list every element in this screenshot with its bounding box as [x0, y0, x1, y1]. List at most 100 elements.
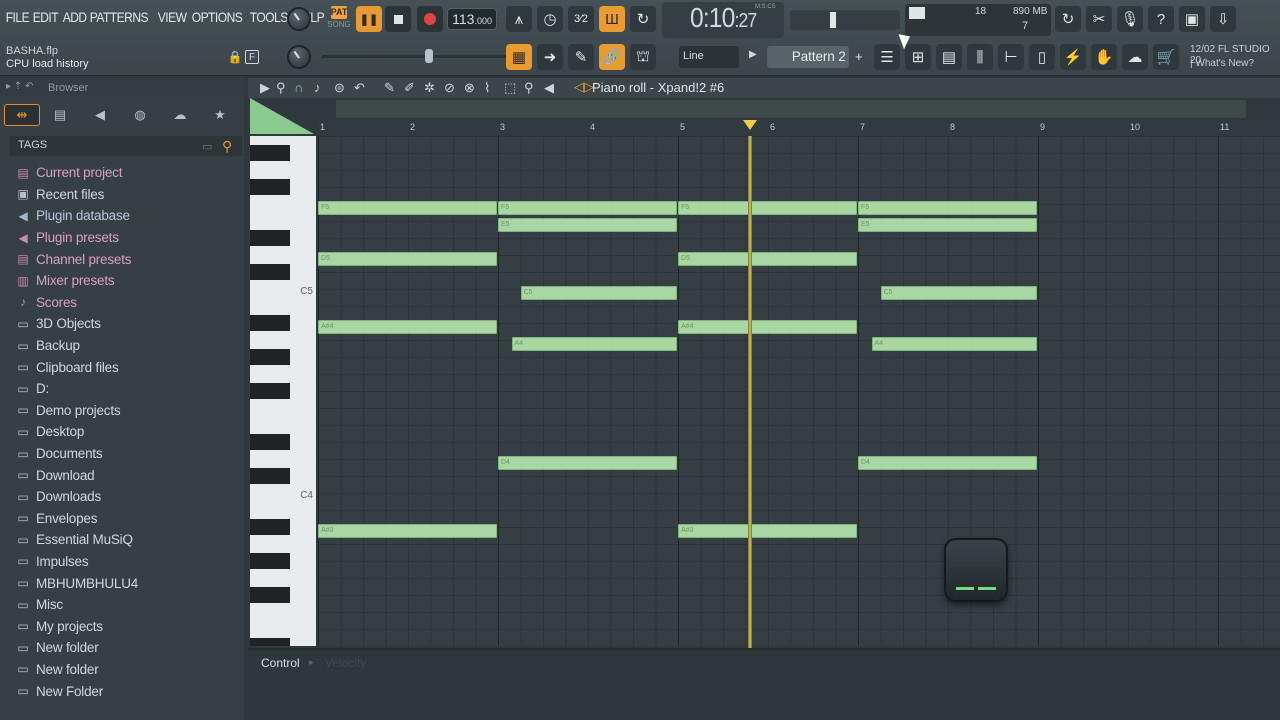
- black-key[interactable]: [250, 264, 290, 280]
- playhead[interactable]: [748, 136, 752, 720]
- typing-keyboard-button[interactable]: ▦: [506, 44, 532, 70]
- black-key[interactable]: [250, 230, 290, 246]
- add-pattern-button[interactable]: +: [855, 49, 863, 64]
- timeline-ruler[interactable]: 1 2 3 4 5 6 7 8 9 10 11: [318, 120, 1280, 136]
- stop-circle-icon[interactable]: ⊜: [334, 80, 345, 96]
- pattern-selector[interactable]: Pattern 2: [767, 46, 849, 68]
- undo-icon[interactable]: ↶: [354, 80, 365, 96]
- step-edit-button[interactable]: Ш: [599, 6, 625, 32]
- shop-button[interactable]: 🛒: [1153, 44, 1179, 70]
- mixer-button[interactable]: ⫼: [967, 44, 993, 70]
- piano-keyboard[interactable]: C5 C4: [250, 136, 316, 646]
- control-label[interactable]: Control: [261, 656, 300, 670]
- browser-title-bar[interactable]: Browser: [0, 78, 244, 98]
- countdown-button[interactable]: 3⁄2: [568, 6, 594, 32]
- note[interactable]: F5: [858, 201, 1037, 215]
- lock-icon[interactable]: 🔒: [228, 50, 243, 64]
- note-grid[interactable]: F5 F5 F5 F5 E5 E5 D5 D5 C5 C5 A#4 A#4 A4 A4 D4 D4 A#3 A#3: [318, 136, 1280, 646]
- browser-item[interactable]: ▭ Envelopes: [14, 508, 242, 530]
- master-pitch-slider[interactable]: [790, 10, 900, 30]
- browser-item[interactable]: ▭ Download: [14, 464, 242, 486]
- menu-edit[interactable]: EDIT: [31, 9, 62, 25]
- browser-nav-icons[interactable]: ▸ ⇡ ↶: [6, 81, 33, 92]
- pitch-slider-handle[interactable]: [830, 12, 836, 28]
- menu-patterns[interactable]: PATTERNS: [88, 9, 151, 25]
- event-editor[interactable]: Control ▸ Velocity: [248, 648, 1280, 720]
- browser-item[interactable]: ▭ Backup: [14, 335, 242, 357]
- tab-cloud[interactable]: ☁: [162, 104, 198, 126]
- browser-item[interactable]: ▭ 3D Objects: [14, 313, 242, 335]
- export-button[interactable]: ⇩: [1210, 6, 1236, 32]
- playlist-button[interactable]: ☰: [874, 44, 900, 70]
- draw-button[interactable]: ✎: [568, 44, 594, 70]
- browser-item[interactable]: ▣ Recent files: [14, 184, 242, 206]
- note[interactable]: D4: [858, 456, 1037, 470]
- note[interactable]: C5: [880, 286, 1037, 300]
- browser-item[interactable]: ▤ Current project: [14, 162, 242, 184]
- news-subtitle[interactable]: | What's New?: [1190, 58, 1254, 69]
- browser-item[interactable]: ◀ Plugin presets: [14, 227, 242, 249]
- tab-plugins[interactable]: ◀: [82, 104, 118, 126]
- browser-item[interactable]: ▭ New Folder: [14, 680, 242, 702]
- target-arrow-icon[interactable]: ◁▷: [574, 79, 594, 95]
- tab-project[interactable]: ▤: [42, 104, 78, 126]
- channel-rack-button[interactable]: ▤: [936, 44, 962, 70]
- note[interactable]: F5: [498, 201, 677, 215]
- delete-icon[interactable]: ⊘: [444, 80, 455, 96]
- note[interactable]: F5: [678, 201, 857, 215]
- note[interactable]: D5: [678, 252, 857, 266]
- note[interactable]: A#3: [678, 524, 857, 538]
- snap-icon[interactable]: ∩: [294, 80, 303, 95]
- black-key[interactable]: [250, 587, 290, 603]
- black-key[interactable]: [250, 349, 290, 365]
- magnet-icon[interactable]: ⚲: [276, 80, 286, 96]
- pr-menu-icon[interactable]: ▶: [260, 80, 270, 96]
- paint-icon[interactable]: ✐: [404, 80, 415, 96]
- note[interactable]: A#4: [318, 320, 497, 334]
- menu-options[interactable]: OPTIONS: [190, 9, 246, 25]
- pat-song-toggle[interactable]: PAT SONG: [324, 4, 354, 32]
- note[interactable]: A#3: [318, 524, 497, 538]
- note[interactable]: F5: [318, 201, 497, 215]
- wait-input-button[interactable]: ◷: [537, 6, 563, 32]
- browser-item[interactable]: ♪ Scores: [14, 292, 242, 314]
- browser-item[interactable]: ▭ Impulses: [14, 551, 242, 573]
- erase-icon[interactable]: ✲: [424, 80, 435, 96]
- project-info-button[interactable]: ▯: [1029, 44, 1055, 70]
- snap-mode-select[interactable]: Line: [679, 46, 739, 68]
- browser-item[interactable]: ▭ Misc: [14, 594, 242, 616]
- speaker-icon[interactable]: ◀: [544, 80, 554, 96]
- note[interactable]: E5: [498, 218, 677, 232]
- black-key[interactable]: [250, 383, 290, 399]
- browser-item[interactable]: ◀ Plugin database: [14, 205, 242, 227]
- search-icon[interactable]: ⚲: [222, 138, 232, 155]
- note[interactable]: D5: [318, 252, 497, 266]
- undo-history-button[interactable]: ↻: [1055, 6, 1081, 32]
- pattern-overview[interactable]: [336, 100, 1246, 118]
- browser-toggle-button[interactable]: ⊢: [998, 44, 1024, 70]
- menu-view[interactable]: VIEW: [156, 9, 190, 25]
- floating-mixer-widget[interactable]: [944, 538, 1008, 602]
- black-key[interactable]: [250, 553, 290, 569]
- zoom-icon[interactable]: ⚲: [524, 80, 534, 96]
- menu-file[interactable]: FILE: [4, 9, 33, 25]
- link-button[interactable]: 🔗: [599, 44, 625, 70]
- playhead-marker[interactable]: [743, 120, 757, 130]
- tie-icon[interactable]: ♪: [314, 80, 321, 95]
- record-button[interactable]: [417, 6, 443, 32]
- metronome-button[interactable]: ⩚: [506, 6, 532, 32]
- menu-tools[interactable]: TOOLS: [248, 9, 291, 25]
- help-button[interactable]: ?: [1148, 6, 1174, 32]
- piano-roll-button[interactable]: ⊞: [905, 44, 931, 70]
- main-volume-slider[interactable]: [322, 49, 512, 63]
- mute-icon[interactable]: ⊗: [464, 80, 475, 96]
- browser-item[interactable]: ▭ My projects: [14, 615, 242, 637]
- browser-item[interactable]: ▭ New folder: [14, 637, 242, 659]
- tempo-display[interactable]: 113.000: [447, 8, 497, 30]
- audio-input-button[interactable]: 🎙: [1117, 6, 1143, 32]
- loop-record-button[interactable]: ↻: [630, 6, 656, 32]
- menu-add[interactable]: ADD: [61, 9, 90, 25]
- touch-controller-button[interactable]: ✋: [1091, 44, 1117, 70]
- stamp-button[interactable]: ⛫: [630, 44, 656, 70]
- note[interactable]: A4: [871, 337, 1037, 351]
